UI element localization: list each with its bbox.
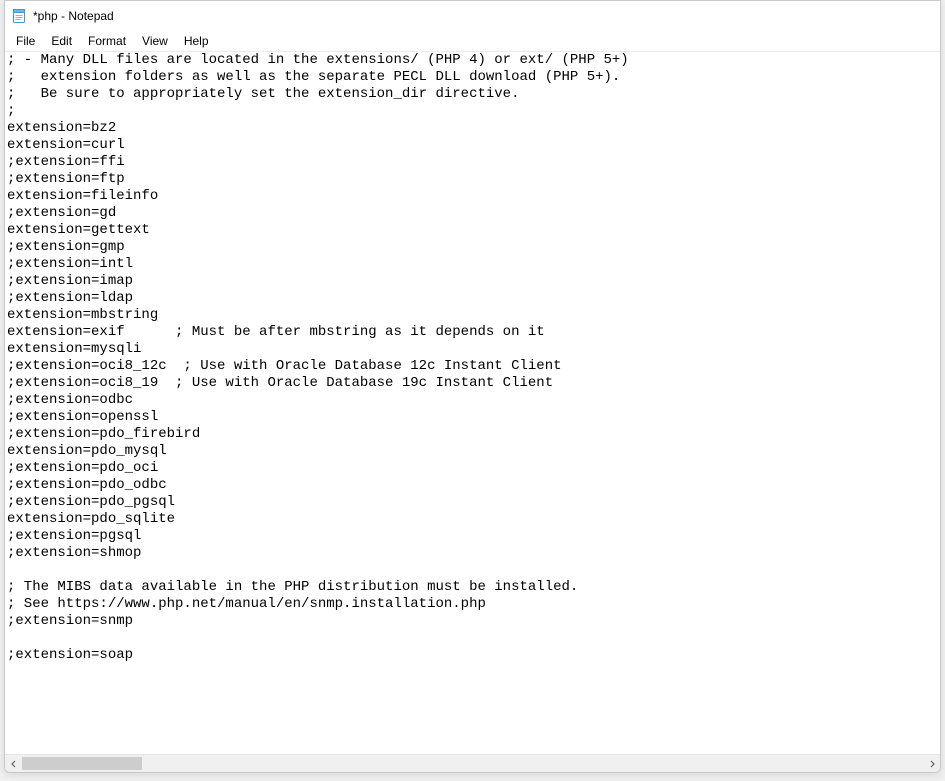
scroll-left-button[interactable] (5, 755, 22, 772)
menu-edit[interactable]: Edit (44, 33, 79, 49)
title-bar: *php - Notepad (5, 1, 940, 31)
scroll-right-button[interactable] (923, 755, 940, 772)
menu-format[interactable]: Format (81, 33, 133, 49)
horizontal-scrollbar[interactable] (5, 754, 940, 772)
menu-file[interactable]: File (9, 33, 42, 49)
menu-view[interactable]: View (135, 33, 175, 49)
window-title: *php - Notepad (33, 9, 114, 23)
notepad-icon (11, 8, 27, 24)
scroll-track[interactable] (22, 755, 923, 772)
menu-bar: File Edit Format View Help (5, 31, 940, 52)
editor-text-area[interactable]: ; - Many DLL files are located in the ex… (5, 52, 940, 754)
scroll-thumb[interactable] (22, 757, 142, 770)
menu-help[interactable]: Help (177, 33, 216, 49)
notepad-window: *php - Notepad File Edit Format View Hel… (4, 0, 941, 773)
